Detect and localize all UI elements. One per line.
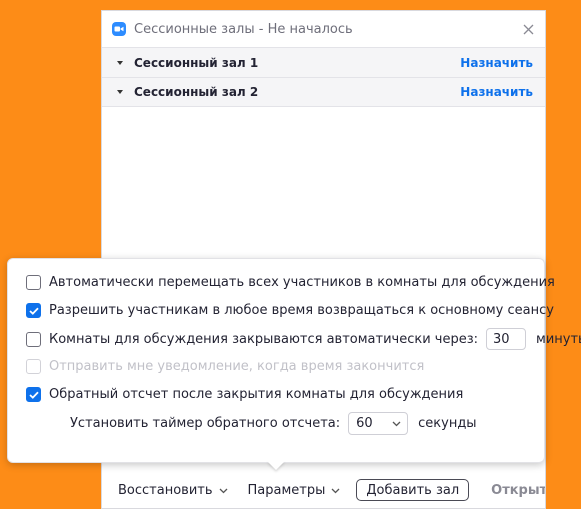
auto-close-label: Комнаты для обсуждения закрываются автом…	[49, 331, 479, 347]
auto-close-minutes-input[interactable]: 30	[486, 328, 527, 350]
auto-close-unit: минуты	[536, 331, 581, 347]
option-notify: Отправить мне уведомление, когда время з…	[26, 359, 424, 374]
notify-label: Отправить мне уведомление, когда время з…	[49, 359, 425, 374]
caret-down-icon[interactable]	[117, 60, 123, 65]
timer-unit: секунды	[418, 416, 477, 431]
notify-checkbox	[26, 359, 41, 374]
countdown-label: Обратный отсчет после закрытия комнаты д…	[49, 387, 464, 402]
options-popover: Автоматически перемещать всех участников…	[7, 258, 581, 463]
option-auto-close[interactable]: Комнаты для обсуждения закрываются автом…	[26, 328, 581, 350]
auto-move-label: Автоматически перемещать всех участников…	[49, 275, 555, 290]
auto-move-checkbox[interactable]	[26, 275, 41, 290]
allow-return-label: Разрешить участникам в любое время возвр…	[49, 303, 554, 318]
chevron-down-icon	[331, 488, 340, 493]
timer-label: Установить таймер обратного отсчета:	[70, 416, 341, 431]
window-titlebar: Сессионные залы - Не началось	[102, 11, 545, 47]
option-timer: Установить таймер обратного отсчета: 60 …	[70, 412, 477, 435]
auto-close-checkbox[interactable]	[26, 331, 41, 347]
close-icon	[523, 24, 533, 34]
add-room-button[interactable]: Добавить зал	[356, 479, 470, 501]
timer-value: 60	[356, 416, 373, 431]
options-label: Параметры	[247, 482, 326, 498]
options-button[interactable]: Параметры	[248, 483, 341, 498]
option-auto-move[interactable]: Автоматически перемещать всех участников…	[26, 275, 555, 290]
chevron-down-icon	[392, 421, 401, 426]
option-allow-return[interactable]: Разрешить участникам в любое время возвр…	[26, 303, 554, 318]
room-name: Сессионный зал 2	[134, 85, 259, 99]
open-all-rooms-button[interactable]: Открыть все з	[491, 483, 545, 498]
timer-select[interactable]: 60	[348, 412, 409, 435]
assign-button-room-1[interactable]: Назначить	[460, 56, 533, 70]
popover-arrow	[267, 461, 285, 470]
zoom-camera-icon	[112, 22, 126, 36]
restore-button[interactable]: Восстановить	[118, 483, 228, 498]
allow-return-checkbox[interactable]	[26, 303, 41, 318]
bottom-toolbar: Восстановить Параметры Добавить зал Откр…	[102, 471, 545, 508]
countdown-checkbox[interactable]	[26, 387, 41, 402]
room-row-1[interactable]: Сессионный зал 1 Назначить	[102, 47, 545, 77]
option-countdown[interactable]: Обратный отсчет после закрытия комнаты д…	[26, 387, 463, 402]
checkmark-icon	[28, 391, 39, 399]
room-row-2[interactable]: Сессионный зал 2 Назначить	[102, 77, 545, 107]
window-title: Сессионные залы - Не началось	[134, 21, 353, 37]
caret-down-icon[interactable]	[117, 90, 123, 94]
room-name: Сессионный зал 1	[134, 55, 259, 70]
chevron-down-icon	[219, 488, 227, 493]
checkmark-icon	[28, 307, 39, 315]
assign-button-room-2[interactable]: Назначить	[460, 85, 533, 99]
close-button[interactable]	[519, 20, 537, 38]
restore-label: Восстановить	[118, 482, 213, 498]
